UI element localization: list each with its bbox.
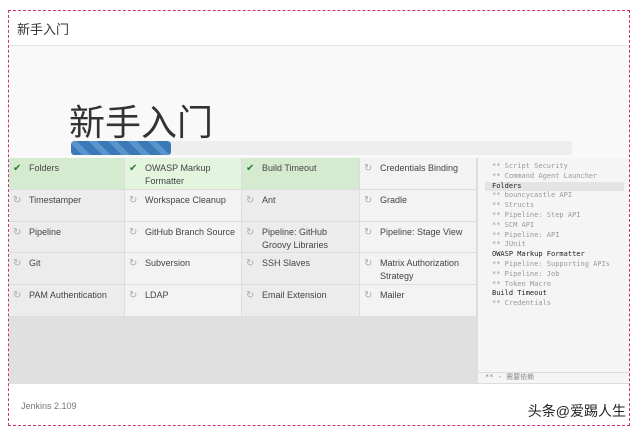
plugin-label: PAM Authentication (29, 290, 107, 301)
log-line: ** Pipeline: Job (492, 269, 560, 278)
plugin-item: ↻ Subversion (125, 253, 242, 286)
log-line: OWASP Markup Formatter (492, 250, 585, 259)
plugin-item: ↻ LDAP (125, 285, 242, 317)
check-icon: ✔ (246, 163, 255, 174)
plugin-label: Subversion (145, 258, 191, 269)
check-icon: ✔ (13, 163, 22, 174)
plugin-label: Email Extension (262, 290, 327, 301)
install-progress-bar (71, 141, 572, 155)
refresh-icon: ↻ (13, 194, 22, 206)
log-line: ** Pipeline: API (492, 230, 560, 239)
progress-fill (71, 141, 172, 155)
plugin-label: Pipeline: GitHub Groovy Libraries (262, 226, 329, 250)
refresh-icon: ↻ (364, 226, 373, 238)
header-title: 新手入门 (9, 11, 629, 46)
log-legend: ** - 需要依赖 (478, 372, 629, 383)
plugin-label: Matrix Authorization Strategy (380, 258, 460, 282)
plugin-label: Workspace Cleanup (145, 194, 226, 205)
refresh-icon: ↻ (246, 194, 255, 206)
watermark: 头条@爱踢人生 (527, 403, 626, 419)
refresh-icon: ↻ (13, 258, 22, 270)
plugin-label: Pipeline (29, 226, 62, 237)
refresh-icon: ↻ (13, 226, 22, 238)
plugin-label: SSH Slaves (262, 258, 311, 269)
plugin-item: ↻ Pipeline: GitHub Groovy Libraries (242, 221, 360, 254)
plugin-item: ↻ Gradle (360, 189, 477, 222)
plugin-label: Ant (262, 194, 276, 205)
plugin-item: ✔ Folders (9, 158, 125, 190)
plugin-label: Git (29, 258, 41, 269)
plugin-item: ↻ Pipeline: Stage View (360, 221, 477, 254)
plugin-label: Folders (29, 163, 60, 173)
plugin-item: ↻ Git (9, 253, 125, 286)
log-line: ** Structs (492, 201, 535, 210)
refresh-icon: ↻ (246, 226, 255, 238)
plugin-item: ↻ Timestamper (9, 189, 125, 222)
plugin-label: OWASP Markup Formatter (145, 163, 211, 186)
plugin-item: ↻ PAM Authentication (9, 285, 125, 317)
log-line: ** Credentials (492, 299, 552, 308)
plugin-grid: ✔ Folders ✔ OWASP Markup Formatter ✔ Build Ti… (9, 158, 477, 317)
log-line: Build Timeout (492, 289, 547, 298)
log-line: ** SCM API (492, 220, 535, 229)
grid-spacer (9, 317, 477, 383)
refresh-icon: ↻ (364, 290, 373, 302)
refresh-icon: ↻ (129, 194, 138, 206)
plugin-item: ↻ Credentials Binding (360, 158, 477, 190)
plugin-label: LDAP (145, 290, 169, 301)
refresh-icon: ↻ (246, 258, 255, 270)
plugin-label: Credentials Binding (380, 163, 459, 173)
plugin-label: Build Timeout (262, 163, 317, 173)
plugin-item: ↻ SSH Slaves (242, 253, 360, 286)
plugin-item: ↻ Pipeline (9, 221, 125, 254)
plugin-label: Gradle (380, 194, 408, 205)
log-line: ** bouncycastle API (492, 191, 573, 200)
plugin-label: Mailer (380, 290, 405, 301)
refresh-icon: ↻ (129, 290, 138, 302)
plugin-label: Timestamper (29, 194, 82, 205)
plugin-item: ↻ Matrix Authorization Strategy (360, 253, 477, 286)
plugin-item: ✔ Build Timeout (242, 158, 360, 190)
refresh-icon: ↻ (13, 290, 22, 302)
log-line: ** Script Security (492, 162, 568, 170)
hero: 新手入门 (9, 46, 629, 158)
refresh-icon: ↻ (364, 163, 373, 174)
plugin-label: GitHub Branch Source (145, 226, 236, 237)
log-line: ** JUnit (492, 240, 526, 249)
log-line: ** Command Agent Launcher (492, 171, 598, 180)
refresh-icon: ↻ (246, 290, 255, 302)
plugin-item: ↻ GitHub Branch Source (125, 221, 242, 254)
plugin-label: Pipeline: Stage View (380, 226, 463, 237)
plugin-item: ↻ Email Extension (242, 285, 360, 317)
plugin-item: ✔ OWASP Markup Formatter (125, 158, 242, 190)
plugin-item: ↻ Workspace Cleanup (125, 189, 242, 222)
log-line: ** Pipeline: Supporting APIs (492, 259, 611, 268)
log-line: ** Pipeline: Step API (492, 210, 581, 219)
check-icon: ✔ (129, 163, 138, 174)
log-line: Folders (485, 181, 624, 192)
plugin-item: ↻ Mailer (360, 285, 477, 317)
install-log[interactable]: ** Script Security ** Command Agent Launc… (477, 158, 629, 383)
refresh-icon: ↻ (129, 258, 138, 270)
refresh-icon: ↻ (129, 226, 138, 238)
page-title: 新手入门 (69, 103, 214, 144)
refresh-icon: ↻ (364, 194, 373, 206)
log-line: ** Token Macro (492, 279, 552, 288)
setup-wizard-window: 新手入门 新手入门 ✔ Folders ✔ OWASP Markup Formatte… (8, 10, 630, 426)
plugin-item: ↻ Ant (242, 189, 360, 222)
refresh-icon: ↻ (364, 258, 373, 270)
